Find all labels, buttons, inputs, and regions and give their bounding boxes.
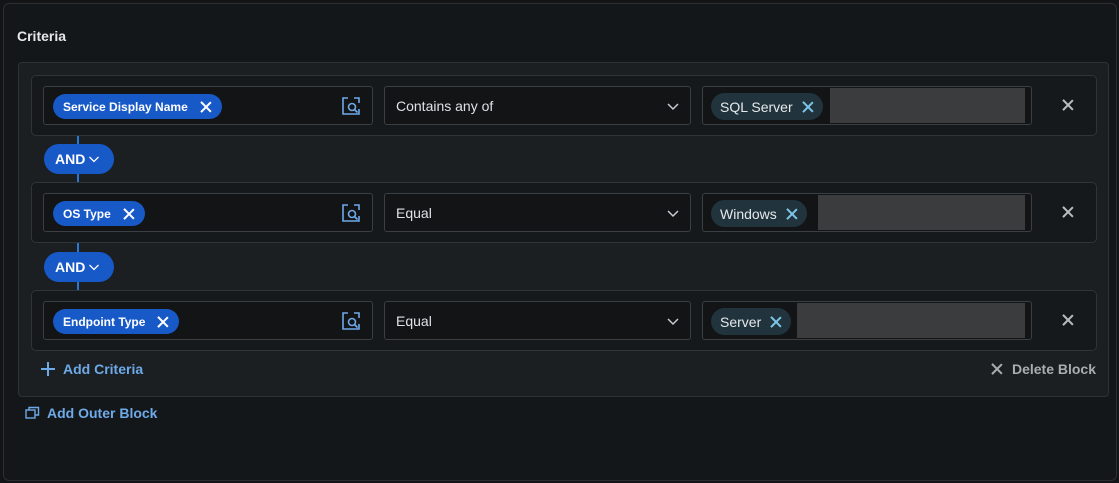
criteria-row: Service Display Name Contains any of SQL… [31, 75, 1097, 136]
remove-attribute-button[interactable] [157, 316, 169, 328]
and-label: AND [55, 151, 86, 167]
criteria-row: OS Type Equal Windows [31, 182, 1097, 243]
delete-block-label: Delete Block [1011, 361, 1096, 377]
and-operator-button[interactable]: AND [44, 252, 114, 282]
value-field[interactable]: Windows [702, 193, 1032, 232]
value-chip-label: Server [720, 313, 762, 330]
chevron-down-icon [667, 210, 679, 218]
remove-attribute-button[interactable] [123, 208, 135, 220]
attribute-field[interactable]: Endpoint Type [43, 301, 373, 340]
add-outer-block-button[interactable]: Add Outer Block [25, 405, 157, 421]
remove-row-button[interactable] [1062, 99, 1074, 111]
operator-select[interactable]: Equal [384, 301, 691, 340]
operator-select[interactable]: Contains any of [384, 86, 691, 125]
attribute-chip-label: Service Display Name [63, 99, 188, 114]
attribute-chip: OS Type [53, 201, 145, 226]
remove-value-button[interactable] [786, 208, 798, 220]
value-chip: Windows [711, 200, 807, 227]
lookup-icon[interactable] [341, 96, 361, 116]
attribute-chip-label: OS Type [63, 206, 111, 221]
remove-value-button[interactable] [770, 316, 782, 328]
value-chip: SQL Server [711, 93, 823, 120]
value-input[interactable] [818, 195, 1025, 230]
remove-value-button[interactable] [802, 101, 814, 113]
attribute-field[interactable]: Service Display Name [43, 86, 373, 125]
remove-attribute-button[interactable] [200, 101, 212, 113]
add-outer-block-label: Add Outer Block [47, 405, 158, 421]
value-field[interactable]: SQL Server [702, 86, 1032, 125]
remove-row-button[interactable] [1062, 314, 1074, 326]
chevron-down-icon [89, 156, 100, 163]
value-chip: Server [711, 308, 792, 335]
lookup-icon[interactable] [341, 311, 361, 331]
add-criteria-button[interactable]: Add Criteria [41, 361, 143, 377]
operator-value: Equal [396, 313, 432, 329]
lookup-icon[interactable] [341, 203, 361, 223]
value-input[interactable] [830, 88, 1025, 123]
criteria-row: Endpoint Type Equal Server [31, 290, 1097, 351]
delete-block-button[interactable]: Delete Block [991, 361, 1096, 377]
value-input[interactable] [797, 303, 1025, 338]
operator-value: Equal [396, 205, 432, 221]
attribute-chip-label: Endpoint Type [63, 314, 146, 329]
operator-value: Contains any of [396, 98, 494, 114]
remove-row-button[interactable] [1062, 206, 1074, 218]
section-title: Criteria [17, 28, 67, 44]
attribute-chip: Service Display Name [53, 94, 222, 119]
attribute-field[interactable]: OS Type [43, 193, 373, 232]
value-chip-label: Windows [720, 205, 777, 222]
value-chip-label: SQL Server [720, 98, 793, 115]
criteria-panel: Criteria Service Display Name Contains a… [3, 3, 1117, 481]
value-field[interactable]: Server [702, 301, 1032, 340]
chevron-down-icon [667, 103, 679, 111]
chevron-down-icon [89, 264, 100, 271]
and-label: AND [55, 259, 86, 275]
copy-block-icon [25, 406, 40, 419]
plus-icon [41, 362, 55, 376]
criteria-block: Service Display Name Contains any of SQL… [18, 62, 1109, 397]
and-operator-button[interactable]: AND [44, 144, 114, 174]
chevron-down-icon [667, 318, 679, 326]
attribute-chip: Endpoint Type [53, 309, 180, 334]
close-icon [991, 363, 1003, 375]
operator-select[interactable]: Equal [384, 193, 691, 232]
add-criteria-label: Add Criteria [63, 361, 144, 377]
